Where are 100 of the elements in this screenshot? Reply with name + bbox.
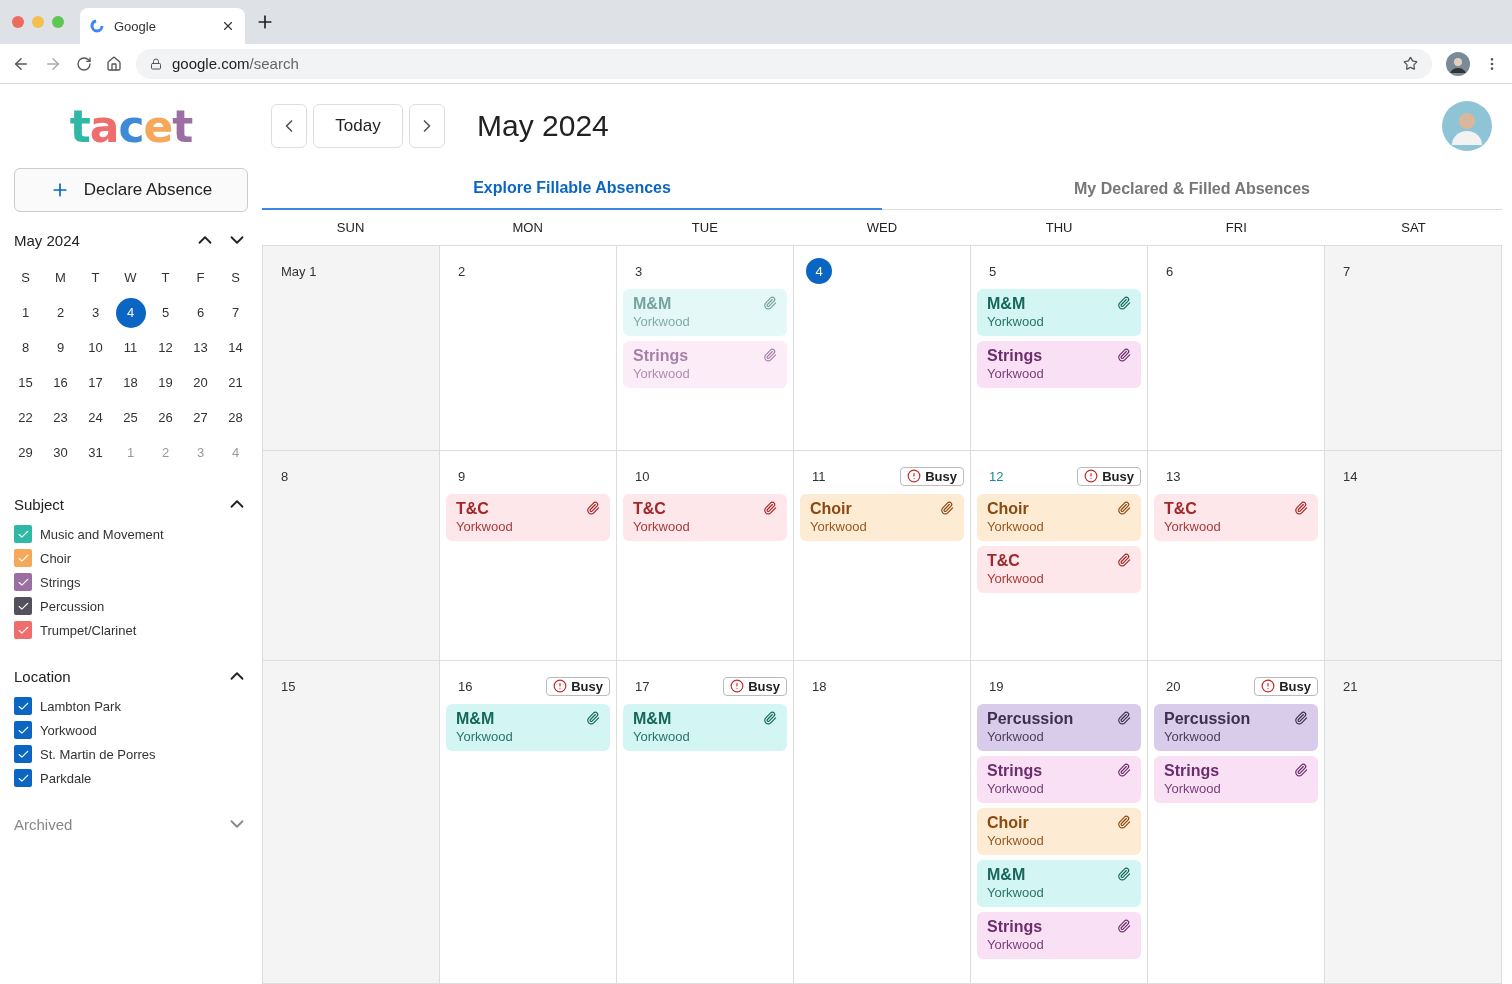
day-cell[interactable]: 8	[263, 451, 440, 661]
absence-card[interactable]: T&C Yorkwood	[623, 494, 787, 541]
absence-card[interactable]: Strings Yorkwood	[977, 341, 1141, 388]
absence-card[interactable]: Percussion Yorkwood	[977, 704, 1141, 751]
mini-calendar-day[interactable]: 15	[10, 367, 41, 398]
absence-card[interactable]: M&M Yorkwood	[977, 860, 1141, 907]
absence-title: M&M	[456, 710, 496, 728]
absence-card[interactable]: Choir Yorkwood	[977, 494, 1141, 541]
absence-card[interactable]: T&C Yorkwood	[446, 494, 610, 541]
mini-calendar-day[interactable]: 18	[115, 367, 146, 398]
today-button[interactable]: Today	[313, 104, 403, 148]
absence-title: Strings	[987, 918, 1044, 936]
absence-card[interactable]: M&M Yorkwood	[623, 704, 787, 751]
address-bar[interactable]: google.com/search	[136, 48, 1432, 79]
mini-calendar-day[interactable]: 29	[10, 437, 41, 468]
day-cell[interactable]: 6	[1148, 246, 1325, 451]
mini-calendar-day[interactable]: 10	[80, 332, 111, 363]
filter-checkbox[interactable]	[14, 573, 32, 591]
mini-calendar-day[interactable]: 27	[185, 402, 216, 433]
day-cell[interactable]: 17 Busy M&M Yorkwood	[617, 661, 794, 984]
day-cell[interactable]: 10 T&C Yorkwood	[617, 451, 794, 661]
mini-calendar-day[interactable]: 1	[10, 297, 41, 328]
absence-card[interactable]: M&M Yorkwood	[446, 704, 610, 751]
mini-calendar-day[interactable]: 21	[220, 367, 251, 398]
day-cell[interactable]: May 1	[263, 246, 440, 451]
filter-checkbox[interactable]	[14, 745, 32, 763]
mini-calendar-day[interactable]: 22	[10, 402, 41, 433]
reload-icon[interactable]	[76, 55, 92, 72]
day-cell[interactable]: 5 M&M Yorkwood Strings Yorkwood	[971, 246, 1148, 451]
filter-checkbox[interactable]	[14, 697, 32, 715]
day-cell[interactable]: 2	[440, 246, 617, 451]
day-cell[interactable]: 11 Busy Choir Yorkwood	[794, 451, 971, 661]
day-cell[interactable]: 4	[794, 246, 971, 451]
day-cell[interactable]: 9 T&C Yorkwood	[440, 451, 617, 661]
close-icon[interactable]	[221, 19, 235, 33]
paperclip-icon	[763, 501, 777, 515]
view-tab[interactable]: Explore Fillable Absences	[262, 168, 882, 210]
mini-calendar-day[interactable]: 30	[45, 437, 76, 468]
day-cell[interactable]: 12 Busy Choir Yorkwood T&C Yorkwood	[971, 451, 1148, 661]
day-cell[interactable]: 7	[1325, 246, 1502, 451]
mini-calendar-day[interactable]: 6	[185, 297, 216, 328]
absence-card[interactable]: Strings Yorkwood	[1154, 756, 1318, 803]
home-icon[interactable]	[106, 55, 122, 72]
paperclip-icon	[763, 348, 777, 362]
absence-card[interactable]: Strings Yorkwood	[977, 912, 1141, 959]
absence-title: Strings	[987, 762, 1044, 780]
absence-card[interactable]: T&C Yorkwood	[977, 546, 1141, 593]
day-cell[interactable]: 20 Busy Percussion Yorkwood Strings Yorkwood	[1148, 661, 1325, 984]
mini-calendar-day[interactable]: 24	[80, 402, 111, 433]
day-cell[interactable]: 21	[1325, 661, 1502, 984]
mini-calendar-day[interactable]: 28	[220, 402, 251, 433]
mini-calendar-day[interactable]: 23	[45, 402, 76, 433]
absence-card[interactable]: Choir Yorkwood	[977, 808, 1141, 855]
day-cell[interactable]: 16 Busy M&M Yorkwood	[440, 661, 617, 984]
mini-calendar-day[interactable]: 20	[185, 367, 216, 398]
absence-card[interactable]: T&C Yorkwood	[1154, 494, 1318, 541]
absence-card[interactable]: Choir Yorkwood	[800, 494, 964, 541]
paperclip-icon	[1117, 501, 1131, 515]
filter-checkbox[interactable]	[14, 525, 32, 543]
absence-title: Choir	[810, 500, 853, 518]
filter-checkbox[interactable]	[14, 721, 32, 739]
mini-calendar-day[interactable]: 3	[80, 297, 111, 328]
mini-calendar-day[interactable]: 26	[150, 402, 181, 433]
absence-card[interactable]: Percussion Yorkwood	[1154, 704, 1318, 751]
mini-calendar-day[interactable]: 9	[45, 332, 76, 363]
filter-checkbox[interactable]	[14, 597, 32, 615]
profile-avatar[interactable]	[1446, 51, 1470, 76]
browser-tab[interactable]: Google	[80, 8, 245, 44]
mini-calendar-day[interactable]: 7	[220, 297, 251, 328]
star-icon[interactable]	[1403, 56, 1418, 71]
absence-card[interactable]: M&M Yorkwood	[977, 289, 1141, 336]
mini-calendar-day[interactable]: 13	[185, 332, 216, 363]
day-cell[interactable]: 15	[263, 661, 440, 984]
filter-checkbox[interactable]	[14, 769, 32, 787]
mini-calendar-day[interactable]: 11	[115, 332, 146, 363]
declare-absence-button[interactable]: Declare Absence	[14, 168, 248, 212]
absence-title: T&C	[456, 500, 490, 518]
mini-calendar-day[interactable]: 19	[150, 367, 181, 398]
mini-calendar-day[interactable]: 14	[220, 332, 251, 363]
mini-calendar-day[interactable]: 16	[45, 367, 76, 398]
day-cell[interactable]: 13 T&C Yorkwood	[1148, 451, 1325, 661]
filter-checkbox[interactable]	[14, 549, 32, 567]
weekday-header: MON	[511, 219, 544, 237]
day-cell[interactable]: 18	[794, 661, 971, 984]
day-cell[interactable]: 19 Percussion Yorkwood Strings Yorkwood Choir Yorkwood M&M Yorkwood Strings Yorkwood	[971, 661, 1148, 984]
filter-label: Percussion	[40, 598, 105, 614]
mini-calendar-day[interactable]: 5	[150, 297, 181, 328]
day-cell[interactable]: 14	[1325, 451, 1502, 661]
absence-location: Yorkwood	[1164, 780, 1222, 798]
mini-calendar-day[interactable]: 4	[115, 297, 146, 328]
view-tab[interactable]: My Declared & Filled Absences	[882, 168, 1502, 210]
mini-calendar-day[interactable]: 31	[80, 437, 111, 468]
mini-calendar-day[interactable]: 25	[115, 402, 146, 433]
mini-calendar-day[interactable]: 8	[10, 332, 41, 363]
mini-calendar-day[interactable]: 2	[45, 297, 76, 328]
weekday-label: W	[124, 270, 137, 285]
absence-card[interactable]: Strings Yorkwood	[977, 756, 1141, 803]
mini-calendar-day[interactable]: 17	[80, 367, 111, 398]
mini-calendar-day[interactable]: 12	[150, 332, 181, 363]
filter-checkbox[interactable]	[14, 621, 32, 639]
